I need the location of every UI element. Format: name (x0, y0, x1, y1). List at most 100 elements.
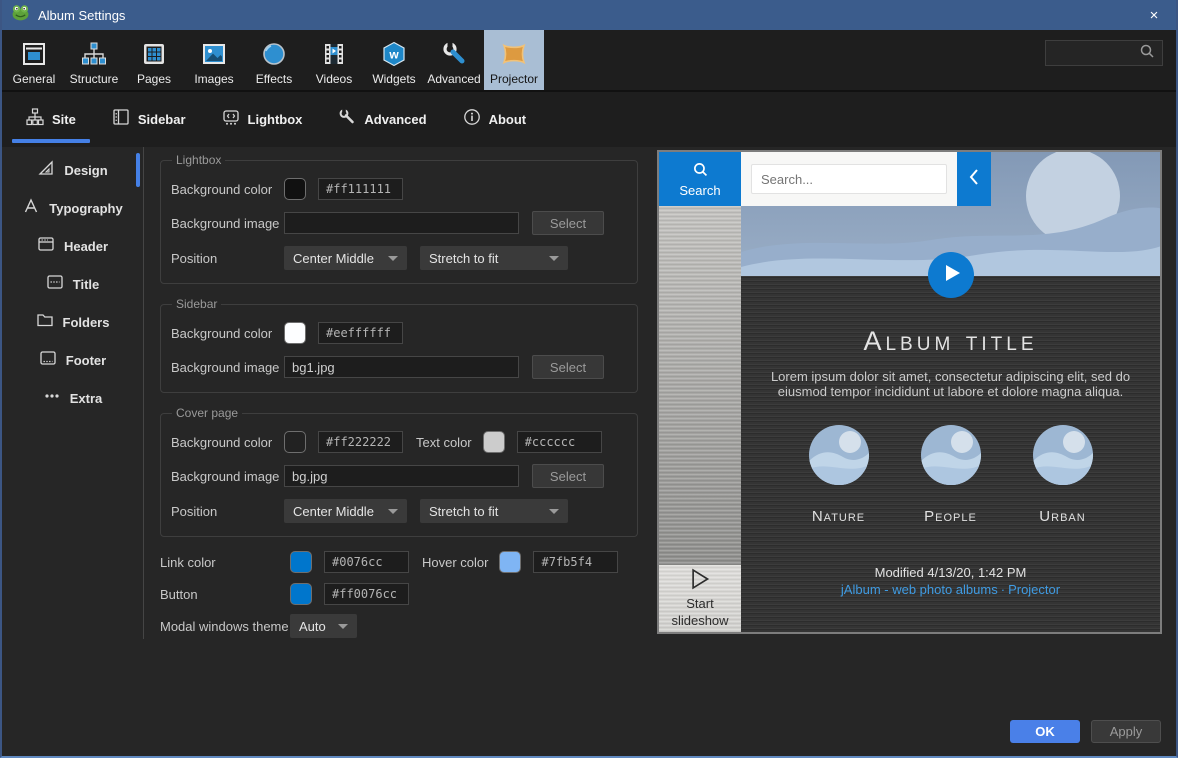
sidebar-bgimage-input[interactable] (284, 356, 519, 378)
header-icon (37, 235, 55, 258)
lightbox-bgcolor-swatch[interactable] (284, 178, 306, 200)
field-label: Position (171, 251, 284, 266)
toolbar-item-structure[interactable]: Structure (64, 30, 124, 90)
wrench-icon (441, 39, 467, 69)
toolbar-item-effects[interactable]: Effects (244, 30, 304, 90)
footer-icon (39, 349, 57, 372)
toolbar-item-videos[interactable]: Videos (304, 30, 364, 90)
folder-thumb-people[interactable]: People (921, 425, 981, 525)
toolbar-item-pages[interactable]: Pages (124, 30, 184, 90)
toolbar-search-input[interactable] (1045, 40, 1163, 66)
hover-color-swatch[interactable] (499, 551, 521, 573)
sidebar-group-legend: Sidebar (172, 297, 221, 311)
nav-item-extra[interactable]: Extra (2, 379, 143, 417)
folder-thumbnail-image (921, 425, 981, 485)
folder-thumbnail-image (1033, 425, 1093, 485)
link-separator: · (998, 582, 1008, 597)
cover-textcolor-hex-input[interactable] (517, 431, 602, 453)
preview-cover-page: Album title Lorem ipsum dolor sit amet, … (741, 276, 1160, 632)
link-color-hex-input[interactable] (324, 551, 409, 573)
ok-button[interactable]: OK (1010, 720, 1080, 743)
site-tabstrip: Site Sidebar Lightbox Advanced About (2, 92, 1176, 147)
cover-fit-dropdown[interactable]: Stretch to fit (420, 499, 568, 523)
button-color-hex-input[interactable] (324, 583, 409, 605)
field-label: Hover color (422, 555, 488, 570)
folder-thumb-nature[interactable]: Nature (809, 425, 869, 525)
link-color-swatch[interactable] (290, 551, 312, 573)
cover-position-dropdown[interactable]: Center Middle (284, 499, 407, 523)
preview-footer: Modified 4/13/20, 1:42 PM jAlbum - web p… (741, 565, 1160, 597)
preview-search-input[interactable] (751, 164, 947, 194)
images-icon (201, 39, 227, 69)
hover-color-hex-input[interactable] (533, 551, 618, 573)
cover-page-group-legend: Cover page (172, 406, 242, 420)
site-tree-icon (26, 108, 44, 131)
button-color-swatch[interactable] (290, 583, 312, 605)
preview-search-button[interactable]: Search (659, 152, 741, 206)
lightbox-fit-dropdown[interactable]: Stretch to fit (420, 246, 568, 270)
sidebar-panel-icon (112, 108, 130, 131)
modal-theme-row: Modal windows theme Auto (160, 614, 638, 638)
lightbox-position-dropdown[interactable]: Center Middle (284, 246, 407, 270)
title-icon (46, 273, 64, 296)
preview-topbar (741, 152, 991, 206)
sidebar-bgcolor-hex-input[interactable] (318, 322, 403, 344)
nav-item-typography[interactable]: Typography (2, 189, 143, 227)
nav-item-title[interactable]: Title (2, 265, 143, 303)
field-label: Background color (171, 435, 284, 450)
field-label: Button (160, 587, 290, 602)
sidebar-bgcolor-row: Background color (171, 322, 627, 344)
chevron-down-icon (388, 256, 398, 261)
tab-about[interactable]: About (449, 92, 541, 147)
toolbar-item-widgets[interactable]: w Widgets (364, 30, 424, 90)
preview-start-slideshow-button[interactable]: Start slideshow (659, 565, 741, 632)
tab-lightbox[interactable]: Lightbox (208, 92, 317, 147)
close-button[interactable]: × (1132, 0, 1176, 30)
nav-item-header[interactable]: Header (2, 227, 143, 265)
apply-button[interactable]: Apply (1091, 720, 1161, 743)
cover-bgimage-input[interactable] (284, 465, 519, 487)
tab-site[interactable]: Site (12, 92, 90, 147)
field-label: Text color (416, 435, 472, 450)
sidebar-group: Sidebar Background color Background imag… (160, 297, 638, 393)
nav-item-folders[interactable]: Folders (2, 303, 143, 341)
nav-item-design[interactable]: Design (2, 151, 143, 189)
modal-theme-dropdown[interactable]: Auto (290, 614, 357, 638)
lightbox-code-icon (222, 108, 240, 131)
cover-bgcolor-hex-input[interactable] (318, 431, 403, 453)
nav-item-footer[interactable]: Footer (2, 341, 143, 379)
toolbar-item-advanced[interactable]: Advanced (424, 30, 484, 90)
window-icon (21, 39, 47, 69)
folder-thumb-urban[interactable]: Urban (1033, 425, 1093, 525)
jalbum-link[interactable]: jAlbum - web photo albums (841, 582, 998, 597)
cover-textcolor-swatch[interactable] (483, 431, 505, 453)
chevron-left-icon (967, 167, 981, 192)
toolbar-item-general[interactable]: General (4, 30, 64, 90)
field-label: Position (171, 504, 284, 519)
lightbox-bgimage-input[interactable] (284, 212, 519, 234)
lightbox-bgcolor-hex-input[interactable] (318, 178, 403, 200)
preview-searchbar (741, 152, 957, 206)
tab-sidebar[interactable]: Sidebar (98, 92, 200, 147)
preview-main: Album title Lorem ipsum dolor sit amet, … (741, 152, 1160, 632)
album-preview: Search Start slideshow (657, 150, 1162, 634)
structure-icon (81, 39, 107, 69)
letter-a-icon (22, 197, 40, 220)
folder-icon (36, 311, 54, 334)
wrench-icon (338, 108, 356, 131)
toolbar-item-projector[interactable]: Projector (484, 30, 544, 90)
lightbox-bgimage-select-button[interactable]: Select (532, 211, 604, 235)
cover-bgimage-select-button[interactable]: Select (532, 464, 604, 488)
folder-thumbnail-image (809, 425, 869, 485)
sidebar-bgcolor-swatch[interactable] (284, 322, 306, 344)
toolbar-item-images[interactable]: Images (184, 30, 244, 90)
projector-link[interactable]: Projector (1008, 582, 1060, 597)
chevron-down-icon (388, 509, 398, 514)
sidebar-bgimage-select-button[interactable]: Select (532, 355, 604, 379)
cover-bgcolor-swatch[interactable] (284, 431, 306, 453)
lightbox-position-row: Position Center Middle Stretch to fit (171, 246, 627, 270)
field-label: Link color (160, 555, 290, 570)
album-title: Album title (741, 276, 1160, 357)
tab-advanced[interactable]: Advanced (324, 92, 440, 147)
preview-collapse-button[interactable] (957, 152, 991, 206)
